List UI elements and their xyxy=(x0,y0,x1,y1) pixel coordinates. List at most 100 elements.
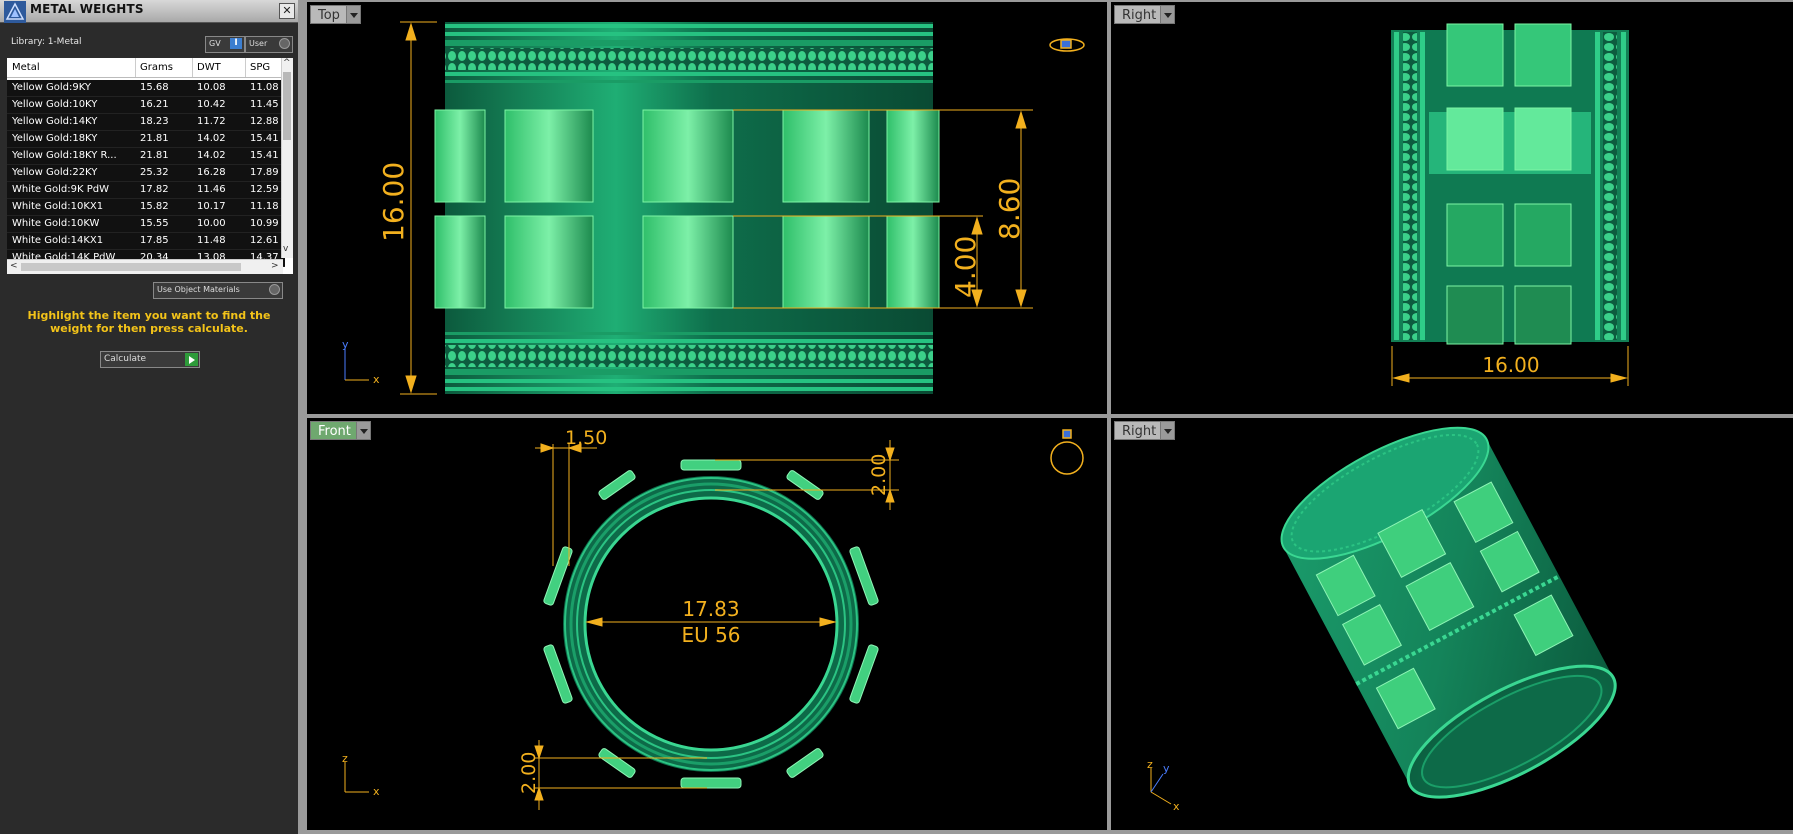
calculate-button[interactable]: Calculate xyxy=(100,351,200,368)
cell-metal: Yellow Gold:9KY xyxy=(12,82,91,93)
cell-metal: White Gold:10KW xyxy=(12,218,100,229)
cell-grams: 17.82 xyxy=(140,184,169,195)
gv-label: GV xyxy=(209,39,221,48)
column-header-dwt[interactable]: DWT xyxy=(197,62,221,73)
vertical-scroll-thumb[interactable] xyxy=(283,72,291,140)
cell-metal: Yellow Gold:14KY xyxy=(12,116,98,127)
axis-gizmo: z y x xyxy=(1147,758,1180,813)
viewport-top-label[interactable]: Top xyxy=(310,5,361,24)
table-body: Yellow Gold:9KY 15.68 10.08 11.08 Yellow Go… xyxy=(7,80,285,267)
table-row[interactable]: White Gold:14KX1 17.85 11.48 12.61 xyxy=(7,233,285,250)
cell-dwt: 10.08 xyxy=(197,82,226,93)
dimension-diameter-label: 17.83 xyxy=(682,597,739,621)
table-row[interactable]: Yellow Gold:10KY 16.21 10.42 11.45 xyxy=(7,97,285,114)
viewport-right-label[interactable]: Right xyxy=(1114,5,1175,24)
horizontal-scroll-thumb[interactable] xyxy=(21,263,241,271)
cell-metal: White Gold:9K PdW xyxy=(12,184,109,195)
cell-metal: White Gold:14KX1 xyxy=(12,235,104,246)
use-object-materials-select[interactable]: Use Object Materials xyxy=(153,282,283,299)
viewport-perspective[interactable]: z y x Right xyxy=(1111,418,1793,830)
column-header-grams[interactable]: Grams xyxy=(140,62,173,73)
cell-grams: 17.85 xyxy=(140,235,169,246)
cell-dwt: 14.02 xyxy=(197,150,226,161)
cell-spg: 11.18 xyxy=(250,201,279,212)
dimension-top-thickness-label: 2.00 xyxy=(868,454,890,496)
panel-title: METAL WEIGHTS xyxy=(30,2,144,16)
cell-metal: Yellow Gold:18KY R... xyxy=(12,150,117,161)
metal-table[interactable]: Metal Grams DWT SPG Yellow Gold:9KY 15.68… xyxy=(7,58,293,274)
dimension-stone-span-label: 8.60 xyxy=(993,178,1026,240)
table-row[interactable]: White Gold:10KX1 15.82 10.17 11.18 xyxy=(7,199,285,216)
cell-spg: 12.88 xyxy=(250,116,279,127)
viewport-right-label-text: Right xyxy=(1122,8,1157,23)
cell-metal: Yellow Gold:18KY xyxy=(12,133,98,144)
table-row[interactable]: Yellow Gold:9KY 15.68 10.08 11.08 xyxy=(7,80,285,97)
use-object-materials-options-icon[interactable] xyxy=(269,284,280,295)
calculate-label: Calculate xyxy=(104,354,147,364)
gv-button[interactable]: I xyxy=(230,38,242,49)
play-icon[interactable] xyxy=(185,353,198,366)
chevron-down-icon[interactable] xyxy=(1160,422,1174,439)
table-row[interactable]: Yellow Gold:22KY 25.32 16.28 17.89 xyxy=(7,165,285,182)
cell-dwt: 11.46 xyxy=(197,184,226,195)
cell-grams: 21.81 xyxy=(140,133,169,144)
cell-dwt: 10.42 xyxy=(197,99,226,110)
scroll-up-icon[interactable]: ^ xyxy=(283,58,291,68)
ring-perspective xyxy=(1280,426,1617,799)
table-row[interactable]: White Gold:9K PdW 17.82 11.46 12.59 xyxy=(7,182,285,199)
axis-gizmo: y x xyxy=(342,338,380,386)
cell-grams: 16.21 xyxy=(140,99,169,110)
viewport-front-label[interactable]: Front xyxy=(310,421,371,440)
app-logo-icon xyxy=(4,1,26,23)
cell-dwt: 10.00 xyxy=(197,218,226,229)
axis-z-label: z xyxy=(1147,758,1153,771)
scroll-down-icon[interactable]: v xyxy=(283,244,288,254)
table-header: Metal Grams DWT SPG xyxy=(7,58,292,78)
library-label: Library: 1-Metal xyxy=(11,37,82,47)
dimension-bottom-thickness-label: 2.00 xyxy=(518,752,540,794)
cell-metal: Yellow Gold:22KY xyxy=(12,167,98,178)
ring-size-label: EU 56 xyxy=(681,623,740,647)
column-header-metal[interactable]: Metal xyxy=(12,62,40,73)
rope-detail-bottom xyxy=(445,345,933,367)
viewport-perspective-label-text: Right xyxy=(1122,424,1157,439)
table-row[interactable]: White Gold:10KW 15.55 10.00 10.99 xyxy=(7,216,285,233)
viewport-right[interactable]: 16.00 Right xyxy=(1111,2,1793,414)
table-row[interactable]: Yellow Gold:14KY 18.23 11.72 12.88 xyxy=(7,114,285,131)
user-library-select[interactable]: User xyxy=(245,36,293,53)
chevron-down-icon[interactable] xyxy=(356,422,370,439)
viewport-top[interactable]: 16.00 8.60 4.00 y x Top xyxy=(307,2,1107,414)
cell-dwt: 16.28 xyxy=(197,167,226,178)
table-row[interactable]: Yellow Gold:18KY 21.81 14.02 15.41 xyxy=(7,131,285,148)
scroll-right-icon[interactable]: > xyxy=(271,261,279,271)
gv-toggle[interactable]: GV I xyxy=(205,36,245,53)
user-label: User xyxy=(249,39,268,48)
right-view-canvas: 16.00 xyxy=(1391,23,1629,386)
dimension-stone-label: 4.00 xyxy=(949,236,982,298)
rope-detail-top xyxy=(445,48,933,70)
cell-dwt: 11.72 xyxy=(197,116,226,127)
viewport-top-label-text: Top xyxy=(318,8,340,23)
panel-title-bar[interactable]: METAL WEIGHTS ✕ xyxy=(0,0,298,23)
user-options-icon[interactable] xyxy=(279,38,290,49)
dimension-gap-label: 1.50 xyxy=(565,427,607,449)
ring-orientation-icon[interactable] xyxy=(1049,38,1085,52)
ring-orientation-icon[interactable] xyxy=(1050,429,1084,475)
chevron-down-icon[interactable] xyxy=(346,6,360,23)
cell-metal: Yellow Gold:10KY xyxy=(12,99,98,110)
scroll-left-icon[interactable]: < xyxy=(10,261,18,271)
cell-metal: White Gold:10KX1 xyxy=(12,201,104,212)
viewport-front[interactable]: 17.83 EU 56 1.50 2.00 2.00 z x Front xyxy=(307,418,1107,830)
table-row[interactable]: Yellow Gold:18KY R... 21.81 14.02 15.41 xyxy=(7,148,285,165)
axis-y-label: y xyxy=(1163,762,1170,775)
cell-spg: 15.41 xyxy=(250,150,279,161)
band-body-side xyxy=(1391,30,1629,342)
cell-spg: 11.45 xyxy=(250,99,279,110)
table-vertical-scrollbar[interactable]: ^ v xyxy=(281,58,293,258)
table-horizontal-scrollbar[interactable]: < > xyxy=(7,259,283,274)
column-header-spg[interactable]: SPG xyxy=(250,62,270,73)
close-button[interactable]: ✕ xyxy=(279,3,295,19)
chevron-down-icon[interactable] xyxy=(1160,6,1174,23)
cell-grams: 15.55 xyxy=(140,218,169,229)
viewport-perspective-label[interactable]: Right xyxy=(1114,421,1175,440)
